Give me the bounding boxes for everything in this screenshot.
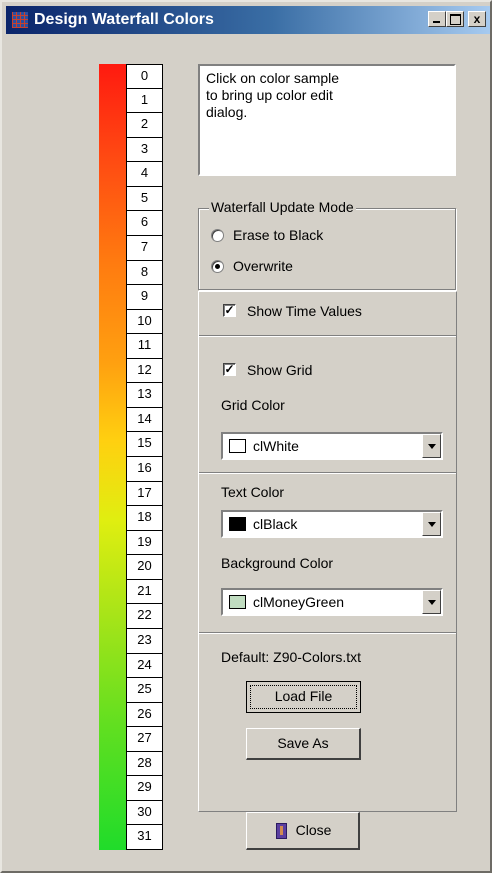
design-waterfall-colors-window: Design Waterfall Colors x 0 1 2 3 4 5 6 7 8 9 10 11… <box>0 0 492 873</box>
checkbox-label: Show Time Values <box>247 303 362 319</box>
combo-value: clBlack <box>253 516 298 532</box>
door-exit-icon <box>274 822 290 840</box>
default-file-label: Default: Z90-Colors.txt <box>221 649 362 665</box>
color-index-cell[interactable]: 21 <box>126 579 163 605</box>
combo-value: clWhite <box>253 438 299 454</box>
color-index-cell[interactable]: 9 <box>126 285 163 310</box>
divider <box>199 472 456 474</box>
radio-label: Overwrite <box>233 258 293 274</box>
button-label: Close <box>295 822 332 838</box>
radio-indicator[interactable] <box>211 229 224 242</box>
color-index-cell[interactable]: 2 <box>126 113 163 138</box>
window-title: Design Waterfall Colors <box>34 11 214 28</box>
load-file-button[interactable]: Load File <box>246 681 361 713</box>
color-index-cell[interactable]: 3 <box>126 137 163 163</box>
radio-label: Erase to Black <box>233 227 324 243</box>
color-index-cell[interactable]: 8 <box>126 260 163 286</box>
divider <box>199 632 456 634</box>
checkbox-indicator[interactable]: ✓ <box>223 304 236 317</box>
grid-app-icon <box>12 12 28 28</box>
color-index-cell[interactable]: 0 <box>126 64 163 89</box>
color-index-cell[interactable]: 7 <box>126 235 163 261</box>
text-color-swatch <box>229 517 246 531</box>
title-bar[interactable]: Design Waterfall Colors x <box>6 6 490 34</box>
color-index-cell[interactable]: 14 <box>126 407 163 433</box>
color-index-cell[interactable]: 15 <box>126 432 163 457</box>
color-index-cell[interactable]: 23 <box>126 628 163 654</box>
close-window-button[interactable]: x <box>468 11 486 27</box>
color-index-cell[interactable]: 17 <box>126 481 163 507</box>
checkbox-indicator[interactable]: ✓ <box>223 363 236 376</box>
color-index-cell[interactable]: 6 <box>126 211 163 236</box>
grid-color-label: Grid Color <box>221 397 285 413</box>
color-index-cell[interactable]: 13 <box>126 383 163 408</box>
color-index-column: 0 1 2 3 4 5 6 7 8 9 10 11 12 13 14 15 16 17 18 19 20 21 22 23 24… <box>126 64 163 850</box>
chevron-down-icon[interactable] <box>422 512 441 536</box>
minimize-button[interactable] <box>428 11 446 27</box>
text-color-label: Text Color <box>221 484 285 500</box>
color-index-cell[interactable]: 31 <box>126 825 163 850</box>
background-color-swatch <box>229 595 246 609</box>
chevron-down-icon[interactable] <box>422 590 441 614</box>
color-gradient-bar[interactable] <box>99 64 126 850</box>
group-title: Waterfall Update Mode <box>209 199 356 215</box>
background-color-label: Background Color <box>221 555 334 571</box>
color-index-cell[interactable]: 19 <box>126 530 163 556</box>
maximize-button[interactable] <box>446 11 464 27</box>
settings-panel: ✓ Show Time Values ✓ Show Grid Grid Colo… <box>198 291 457 812</box>
color-index-cell[interactable]: 28 <box>126 751 163 777</box>
radio-indicator[interactable] <box>211 260 224 273</box>
focus-rect <box>250 685 357 709</box>
color-index-cell[interactable]: 30 <box>126 800 163 826</box>
background-color-combo[interactable]: clMoneyGreen <box>221 588 443 616</box>
color-index-cell[interactable]: 18 <box>126 506 163 531</box>
save-as-button[interactable]: Save As <box>246 728 361 760</box>
text-color-combo[interactable]: clBlack <box>221 510 443 538</box>
color-index-cell[interactable]: 25 <box>126 678 163 703</box>
color-index-cell[interactable]: 10 <box>126 309 163 335</box>
color-index-cell[interactable]: 1 <box>126 88 163 114</box>
divider <box>199 335 456 337</box>
color-index-cell[interactable]: 12 <box>126 358 163 384</box>
grid-color-combo[interactable]: clWhite <box>221 432 443 460</box>
grid-color-swatch <box>229 439 246 453</box>
color-index-cell[interactable]: 16 <box>126 457 163 482</box>
close-button[interactable]: Close <box>246 812 360 850</box>
color-index-cell[interactable]: 27 <box>126 727 163 752</box>
combo-value: clMoneyGreen <box>253 594 345 610</box>
color-index-cell[interactable]: 20 <box>126 555 163 580</box>
chevron-down-icon[interactable] <box>422 434 441 458</box>
instruction-memo: Click on color sample to bring up color … <box>198 64 456 176</box>
color-index-cell[interactable]: 24 <box>126 653 163 679</box>
button-label: Save As <box>277 735 329 751</box>
color-index-cell[interactable]: 29 <box>126 776 163 801</box>
color-index-cell[interactable]: 4 <box>126 162 163 187</box>
waterfall-update-mode-group: Waterfall Update Mode Erase to Black Ove… <box>198 199 456 290</box>
color-index-cell[interactable]: 22 <box>126 604 163 629</box>
checkbox-label: Show Grid <box>247 362 313 378</box>
color-index-cell[interactable]: 26 <box>126 702 163 728</box>
color-index-cell[interactable]: 11 <box>126 334 163 359</box>
color-index-cell[interactable]: 5 <box>126 186 163 212</box>
